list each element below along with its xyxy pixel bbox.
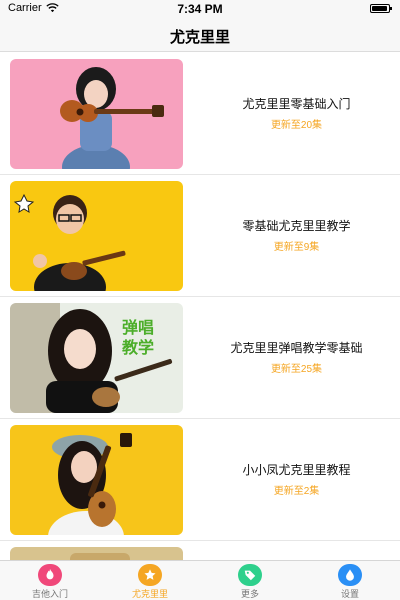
tab-label: 设置 (340, 589, 359, 599)
course-episode-count: 更新至2集 (273, 486, 320, 497)
course-item-5[interactable] (0, 541, 400, 560)
course-item-1[interactable]: 尤克里里零基础入门 更新至20集 (0, 53, 400, 175)
page-title: 尤克里里 (169, 29, 230, 46)
course-info-1: 尤克里里零基础入门 更新至20集 (193, 95, 400, 131)
tab-settings[interactable]: 设置 (300, 561, 400, 600)
course-episode-count: 更新至9集 (273, 242, 320, 253)
course-thumbnail-1 (10, 59, 183, 169)
thumb-illustration-5 (10, 547, 183, 560)
nav-bar: 尤克里里 (0, 18, 400, 52)
course-episode-count: 更新至25集 (270, 364, 323, 375)
course-info-2: 零基础尤克里里教学 更新至9集 (193, 217, 400, 253)
course-thumbnail-2 (10, 181, 183, 291)
course-title: 小小凤尤克里里教程 (242, 463, 351, 477)
drop-icon (338, 564, 362, 586)
course-title: 尤克里里弹唱教学零基础 (230, 341, 363, 355)
thumb-caption-1: 弹唱 (122, 318, 154, 337)
status-bar: Carrier 7:34 PM (0, 0, 400, 18)
battery-icon (370, 4, 392, 13)
course-info-4: 小小凤尤克里里教程 更新至2集 (193, 461, 400, 497)
tab-label: 尤克里里 (131, 589, 168, 599)
course-item-4[interactable]: 小小凤尤克里里教程 更新至2集 (0, 419, 400, 541)
tab-more[interactable]: 更多 (200, 561, 300, 600)
course-episode-count: 更新至20集 (270, 120, 323, 131)
flame-icon (38, 564, 62, 586)
tab-bar: 吉他入门 尤克里里 更多 设置 (0, 560, 400, 600)
course-thumbnail-4 (10, 425, 183, 535)
course-thumbnail-3: 弹唱 教学 (10, 303, 183, 413)
course-title: 尤克里里零基础入门 (242, 97, 351, 111)
course-title: 零基础尤克里里教学 (242, 219, 351, 233)
thumb-illustration-3: 弹唱 教学 (10, 303, 183, 413)
tag-icon (238, 564, 262, 586)
thumb-illustration-4 (10, 425, 183, 535)
tab-label: 吉他入门 (31, 589, 68, 599)
course-info-3: 尤克里里弹唱教学零基础 更新至25集 (193, 339, 400, 375)
course-item-3[interactable]: 弹唱 教学 尤克里里弹唱教学零基础 更新至25集 (0, 297, 400, 419)
tab-ukulele[interactable]: 尤克里里 (100, 561, 200, 600)
star-icon (138, 564, 162, 586)
course-item-2[interactable]: 零基础尤克里里教学 更新至9集 (0, 175, 400, 297)
course-thumbnail-5 (10, 547, 183, 560)
course-list[interactable]: 尤克里里零基础入门 更新至20集 零基础尤克里里教学 更新至9集 弹唱 教学 尤… (0, 53, 400, 560)
tab-label: 更多 (240, 589, 259, 599)
tab-guitar-intro[interactable]: 吉他入门 (0, 561, 100, 600)
thumb-caption-2: 教学 (122, 338, 154, 357)
status-time: 7:34 PM (177, 2, 223, 16)
thumb-illustration-2 (10, 181, 183, 291)
thumb-illustration-1 (10, 59, 183, 169)
